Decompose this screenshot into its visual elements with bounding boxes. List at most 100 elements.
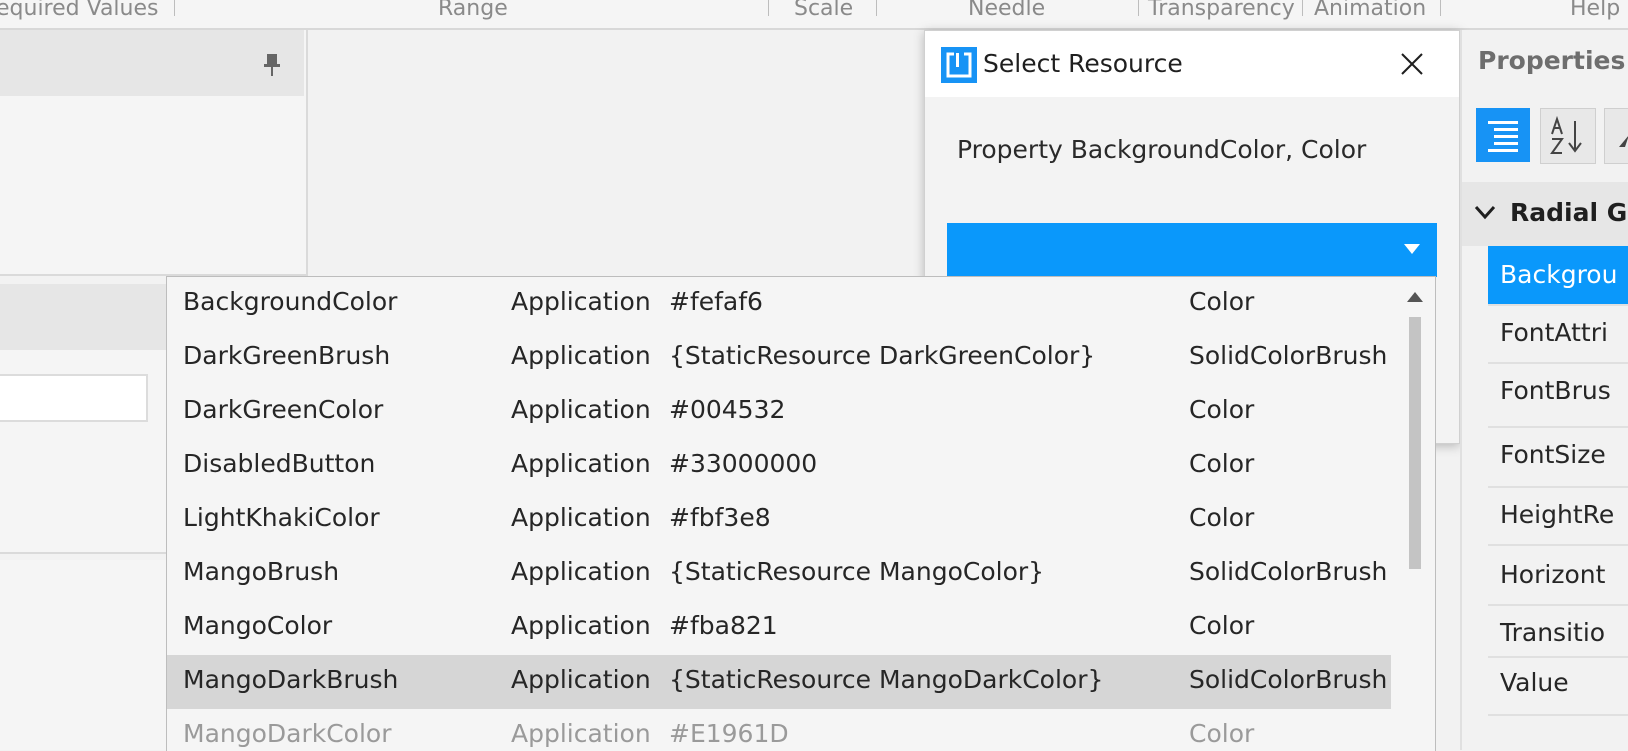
resource-type: Color <box>1189 287 1255 316</box>
resource-scope: Application <box>511 503 651 532</box>
resource-type: Color <box>1189 449 1255 478</box>
ribbon-group-required-values[interactable]: equired Values <box>0 0 159 21</box>
ribbon-group-transparency[interactable]: Transparency <box>1148 0 1295 21</box>
events-view-button[interactable] <box>1604 108 1628 164</box>
chevron-down-icon <box>1404 244 1420 254</box>
resource-name: DisabledButton <box>183 449 376 478</box>
sort-az-icon <box>1550 115 1582 154</box>
resource-name: MangoDarkColor <box>183 719 392 748</box>
resource-value: #33000000 <box>669 449 818 478</box>
ribbon-separator <box>1302 0 1303 16</box>
resource-value: #004532 <box>669 395 786 424</box>
ribbon-separator <box>1440 0 1441 16</box>
property-row[interactable]: FontBrus <box>1488 364 1628 428</box>
resource-value: {StaticResource MangoDarkColor} <box>669 665 1104 694</box>
list-scrollbar[interactable] <box>1403 277 1427 751</box>
property-name: Horizont <box>1500 560 1606 589</box>
resource-type: Color <box>1189 503 1255 532</box>
ribbon-group-animation[interactable]: Animation <box>1314 0 1426 21</box>
resource-type: Color <box>1189 395 1255 424</box>
toolbox-pane-header <box>0 30 304 96</box>
category-header[interactable]: Radial Ga <box>1462 182 1628 246</box>
list-item[interactable]: MangoColor Application #fba821 Color <box>167 601 1391 655</box>
properties-title: Properties <box>1478 46 1626 75</box>
resource-value: #fefaf6 <box>669 287 763 316</box>
resource-value: #fbf3e8 <box>669 503 771 532</box>
dialog-title: Select Resource <box>983 49 1183 78</box>
ribbon-separator <box>876 0 877 16</box>
sort-alphabetical-button[interactable] <box>1540 108 1596 164</box>
resource-value: #fba821 <box>669 611 778 640</box>
resource-type: SolidColorBrush <box>1189 557 1388 586</box>
resource-scope: Application <box>511 557 651 586</box>
properties-pane: Properties Radial Ga Backgrou F <box>1460 30 1628 750</box>
resource-scope: Application <box>511 611 651 640</box>
ribbon-group-help[interactable]: Help <box>1570 0 1620 21</box>
property-row[interactable]: Horizont <box>1488 546 1628 606</box>
scroll-up-icon[interactable] <box>1406 291 1424 303</box>
list-item[interactable]: MangoBrush Application {StaticResource M… <box>167 547 1391 601</box>
app-icon <box>941 47 977 83</box>
resource-type: SolidColorBrush <box>1189 341 1388 370</box>
resource-scope: Application <box>511 665 651 694</box>
close-icon[interactable] <box>1397 49 1427 79</box>
resource-scope: Application <box>511 287 651 316</box>
property-row[interactable]: FontSize <box>1488 428 1628 488</box>
list-item[interactable]: MangoDarkColor Application #E1961D Color <box>167 709 1391 751</box>
category-label: Radial Ga <box>1510 198 1628 227</box>
resource-value: #E1961D <box>669 719 789 748</box>
resource-name: BackgroundColor <box>183 287 398 316</box>
ribbon-group-needle[interactable]: Needle <box>968 0 1045 21</box>
property-name: Value <box>1500 668 1569 697</box>
resource-scope: Application <box>511 449 651 478</box>
pin-icon[interactable] <box>264 54 280 76</box>
resource-type: Color <box>1189 719 1255 748</box>
resource-combobox[interactable] <box>947 223 1437 277</box>
list-item[interactable]: LightKhakiColor Application #fbf3e8 Colo… <box>167 493 1391 547</box>
property-name: HeightRe <box>1500 500 1615 529</box>
resource-scope: Application <box>511 719 651 748</box>
resource-value: {StaticResource MangoColor} <box>669 557 1045 586</box>
property-row[interactable]: FontAttri <box>1488 304 1628 364</box>
list-item[interactable]: DisabledButton Application #33000000 Col… <box>167 439 1391 493</box>
list-item[interactable]: BackgroundColor Application #fefaf6 Colo… <box>167 277 1391 331</box>
solution-search-input[interactable] <box>0 374 148 422</box>
ribbon-separator <box>1138 0 1139 16</box>
lightning-icon <box>1619 136 1628 147</box>
property-row[interactable]: Value <box>1488 658 1628 716</box>
output-pane <box>0 560 170 750</box>
property-name: Transitio <box>1500 618 1606 647</box>
resource-name: DarkGreenBrush <box>183 341 391 370</box>
dialog-titlebar: Select Resource <box>925 31 1459 97</box>
resource-scope: Application <box>511 395 651 424</box>
resource-type: Color <box>1189 611 1255 640</box>
ribbon-separator <box>174 0 175 16</box>
list-item[interactable]: DarkGreenBrush Application {StaticResour… <box>167 331 1391 385</box>
property-name: Backgrou <box>1500 260 1618 289</box>
ribbon-bar: equired Values Range Scale Needle Transp… <box>0 0 1628 30</box>
categorized-list-icon <box>1488 121 1518 152</box>
property-name: FontSize <box>1500 440 1606 469</box>
property-name: FontAttri <box>1500 318 1608 347</box>
resource-name: MangoDarkBrush <box>183 665 399 694</box>
resource-scope: Application <box>511 341 651 370</box>
property-row[interactable]: HeightRe <box>1488 488 1628 546</box>
list-item[interactable]: DarkGreenColor Application #004532 Color <box>167 385 1391 439</box>
categorized-view-button[interactable] <box>1476 108 1530 162</box>
ribbon-separator <box>768 0 769 16</box>
resource-value: {StaticResource DarkGreenColor} <box>669 341 1096 370</box>
resource-type: SolidColorBrush <box>1189 665 1388 694</box>
resource-name: MangoColor <box>183 611 333 640</box>
resource-name: DarkGreenColor <box>183 395 384 424</box>
resource-dropdown-list: BackgroundColor Application #fefaf6 Colo… <box>166 276 1436 751</box>
property-row-selected[interactable]: Backgrou <box>1488 246 1628 306</box>
resource-name: MangoBrush <box>183 557 340 586</box>
list-item-selected[interactable]: MangoDarkBrush Application {StaticResour… <box>167 655 1391 709</box>
scroll-thumb[interactable] <box>1409 317 1421 569</box>
ribbon-group-range[interactable]: Range <box>438 0 508 21</box>
property-row[interactable]: Transitio <box>1488 606 1628 658</box>
ribbon-group-scale[interactable]: Scale <box>794 0 853 21</box>
property-name: FontBrus <box>1500 376 1611 405</box>
property-description: Property BackgroundColor, Color <box>957 135 1367 164</box>
resource-name: LightKhakiColor <box>183 503 380 532</box>
